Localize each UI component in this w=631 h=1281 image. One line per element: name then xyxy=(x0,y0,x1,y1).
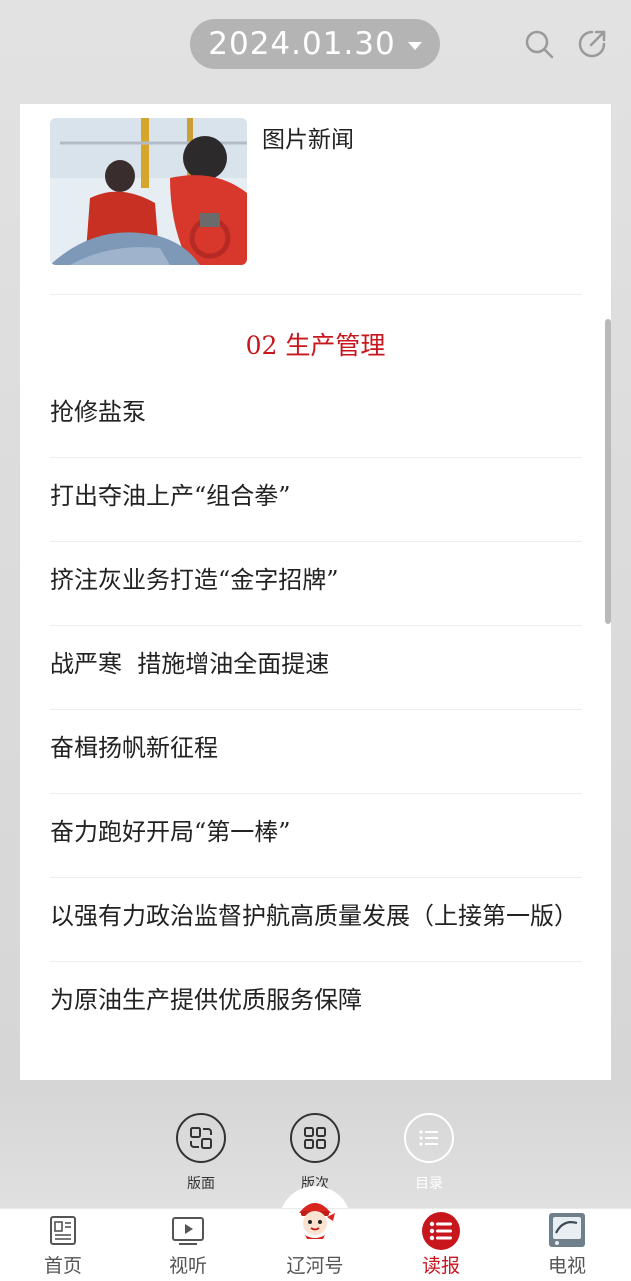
mascot-icon xyxy=(299,1203,335,1239)
catalog-label: 目录 xyxy=(415,1176,443,1192)
article-item[interactable]: 打出夺油上产“组合拳” xyxy=(50,458,582,542)
article-list: 抢修盐泵 打出夺油上产“组合拳” 挤注灰业务打造“金字招牌” 战严寒 措施增油全… xyxy=(50,374,582,1045)
tab-tv-label: 电视 xyxy=(547,1255,586,1277)
tv-icon xyxy=(549,1213,585,1247)
tab-home[interactable]: 首页 xyxy=(18,1209,108,1281)
article-item[interactable]: 以强有力政治监督护航高质量发展（上接第一版） xyxy=(50,878,582,962)
workers-photo-illustration xyxy=(50,118,247,265)
photo-news-title: 图片新闻 xyxy=(262,127,354,153)
date-text: 2024.01.30 xyxy=(208,26,396,62)
scrollbar[interactable] xyxy=(605,319,611,624)
tab-liaohe-label: 辽河号 xyxy=(286,1255,344,1277)
layout-button[interactable]: 版面 xyxy=(176,1113,226,1193)
tab-tv[interactable]: 电视 xyxy=(522,1209,612,1281)
tab-media[interactable]: 视听 xyxy=(143,1209,233,1281)
article-item[interactable]: 为原油生产提供优质服务保障 xyxy=(50,962,582,1045)
grid-icon xyxy=(290,1113,340,1163)
article-item[interactable]: 奋楫扬帆新征程 xyxy=(50,710,582,794)
tab-read-paper-label: 读报 xyxy=(421,1255,460,1277)
tab-bar: 首页 视听 辽河号 读报 电视 xyxy=(0,1203,631,1281)
article-item[interactable]: 奋力跑好开局“第一棒” xyxy=(50,794,582,878)
article-item[interactable]: 战严寒 措施增油全面提速 xyxy=(50,626,582,710)
edition-button[interactable]: 版次 xyxy=(290,1113,340,1193)
swap-pages-icon xyxy=(176,1113,226,1163)
section-name: 生产管理 xyxy=(285,331,386,360)
news-photo[interactable] xyxy=(50,118,247,265)
play-icon xyxy=(172,1217,204,1245)
section-number: 02 xyxy=(245,331,278,360)
newspaper-icon xyxy=(50,1216,76,1245)
article-item[interactable]: 抢修盐泵 xyxy=(50,374,582,458)
photo-news-item[interactable]: 图片新闻 xyxy=(50,118,582,295)
article-item[interactable]: 挤注灰业务打造“金字招牌” xyxy=(50,542,582,626)
share-icon[interactable] xyxy=(576,28,608,60)
search-icon[interactable] xyxy=(523,28,555,60)
catalog-button[interactable]: 目录 xyxy=(404,1113,454,1193)
list-icon xyxy=(422,1212,460,1250)
list-icon xyxy=(404,1113,454,1163)
date-selector[interactable]: 2024.01.30 xyxy=(190,19,440,69)
content-card: 图片新闻 02 生产管理 抢修盐泵 打出夺油上产“组合拳” 挤注灰业务打造“金字… xyxy=(20,104,611,1080)
tab-liaohe[interactable]: 辽河号 xyxy=(270,1203,360,1281)
tab-home-label: 首页 xyxy=(43,1255,82,1277)
layout-label: 版面 xyxy=(187,1176,215,1192)
chevron-down-icon xyxy=(407,41,422,50)
tab-media-label: 视听 xyxy=(168,1255,207,1277)
tab-read-paper[interactable]: 读报 xyxy=(396,1209,486,1281)
section-title: 02 生产管理 xyxy=(20,326,611,362)
